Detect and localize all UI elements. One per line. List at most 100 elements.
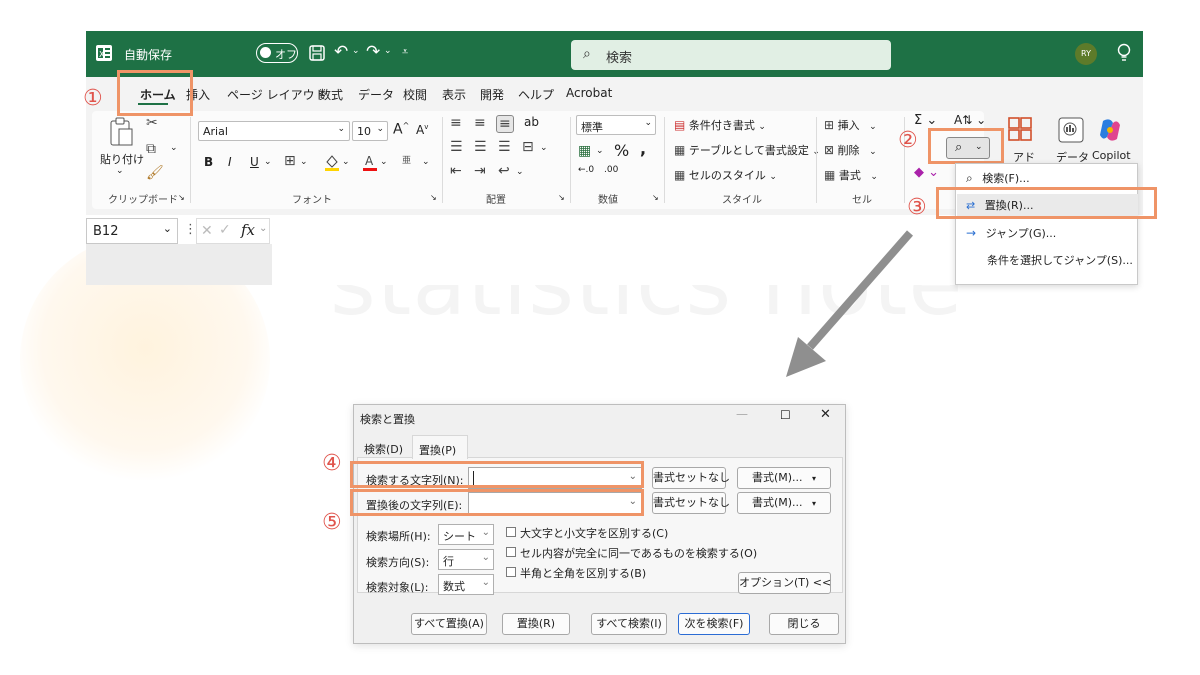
minimize-icon[interactable]: — [736,407,748,421]
find-format-button[interactable]: 書式(M)... ▾ [737,467,831,489]
number-format-select[interactable]: 標準 ⌄ [576,115,656,135]
name-box[interactable]: B12 ⌄ [86,218,178,244]
increase-indent-icon[interactable]: ⇥ [474,163,486,179]
clear-icon[interactable]: ◆ ⌄ [914,165,939,180]
tab-formulas[interactable]: 数式 [319,86,343,103]
align-left-icon[interactable]: ☰ [450,139,463,155]
orientation-icon[interactable]: ab [524,115,539,129]
phonetic-icon[interactable]: 亜 [402,153,411,166]
redo-icon[interactable]: ↷ [366,42,380,62]
match-case-checkbox[interactable] [506,527,516,537]
cut-icon[interactable]: ✂ [146,115,158,131]
tab-developer[interactable]: 開発 [480,86,504,103]
format-painter-icon[interactable]: 🖌 [146,165,164,181]
alignment-launcher-icon[interactable]: ↘ [558,193,565,202]
undo-dropdown-icon[interactable]: ⌄ [352,46,360,56]
comma-icon[interactable]: , [640,139,646,158]
copilot-icon[interactable] [1097,117,1123,143]
match-entire-checkbox[interactable] [506,547,516,557]
save-icon[interactable] [308,44,326,62]
format-as-table-button[interactable]: ▦ テーブルとして書式設定 ⌄ [674,142,820,158]
replace-all-button[interactable]: すべて置換(A) [411,613,487,635]
tab-replace[interactable]: 置換(P) [412,435,468,459]
cancel-icon[interactable]: ✕ [201,223,213,239]
italic-icon[interactable]: I [228,155,232,169]
bold-icon[interactable]: B [204,155,213,169]
wrap-text-icon[interactable]: ↩ [498,163,510,179]
paste-icon[interactable] [108,117,134,147]
number-launcher-icon[interactable]: ↘ [652,193,659,202]
find-no-format-button[interactable]: 書式セットなし [652,467,730,489]
menu-item-find[interactable]: ⌕ 検索(F)... [966,170,1030,186]
search-direction-select[interactable]: 行 ⌄ [438,549,494,570]
merge-center-icon[interactable]: ⊟ [522,139,534,155]
enter-icon[interactable]: ✓ [219,222,231,238]
within-select[interactable]: シート ⌄ [438,524,494,545]
avatar[interactable]: RY [1075,43,1097,65]
undo-icon[interactable]: ↶ [334,42,348,62]
underline-icon[interactable]: U [250,155,259,169]
customize-toolbar-icon[interactable]: ⩡ [402,45,408,59]
replace-no-format-button[interactable]: 書式セットなし [652,492,730,514]
shrink-font-icon[interactable]: Av [416,123,428,137]
look-in-select[interactable]: 数式 ⌄ [438,574,494,595]
addins-icon[interactable] [1008,117,1032,141]
wrap-dropdown-icon[interactable]: ⌄ [516,167,524,177]
tab-page-layout[interactable]: ページ レイアウト [227,86,327,103]
paste-dropdown-icon[interactable]: ⌄ [116,166,124,176]
lightbulb-icon[interactable] [1116,43,1132,63]
tab-find[interactable]: 検索(D) [364,441,403,457]
clipboard-launcher-icon[interactable]: ↘ [178,193,185,202]
data-analysis-icon[interactable] [1058,117,1084,143]
paste-label[interactable]: 貼り付け [100,151,144,167]
tab-help[interactable]: ヘルプ [518,86,554,103]
replace-format-button[interactable]: 書式(M)... ▾ [737,492,831,514]
delete-cells-button[interactable]: ⊠ 削除 ⌄ [824,142,877,158]
insert-function-button[interactable]: fx [241,221,255,239]
phonetic-dropdown-icon[interactable]: ⌄ [422,157,430,167]
fill-color-icon[interactable] [324,153,340,171]
tab-acrobat[interactable]: Acrobat [566,86,612,100]
font-color-icon[interactable]: A [362,153,378,171]
align-center-icon[interactable]: ☰ [474,139,487,155]
currency-icon[interactable]: ▦ [578,143,591,159]
currency-dropdown-icon[interactable]: ⌄ [596,146,604,156]
maximize-icon[interactable]: ☐ [780,408,791,422]
menu-item-goto[interactable]: → ジャンプ(G)... [966,225,1056,241]
decrease-decimal-icon[interactable]: .00 [604,165,618,175]
borders-dropdown-icon[interactable]: ⌄ [300,157,308,167]
options-button[interactable]: オプション(T) << [738,572,831,594]
copy-dropdown-icon[interactable]: ⌄ [170,143,178,153]
menu-item-goto-special[interactable]: 条件を選択してジャンプ(S)... [987,252,1133,268]
decrease-indent-icon[interactable]: ⇤ [450,163,462,179]
find-all-button[interactable]: すべて検索(I) [591,613,667,635]
autosum-icon[interactable]: Σ ⌄ [914,113,937,128]
match-byte-checkbox[interactable] [506,567,516,577]
align-middle-icon[interactable]: ≡ [474,115,486,131]
fill-dropdown-icon[interactable]: ⌄ [342,157,350,167]
redo-dropdown-icon[interactable]: ⌄ [384,46,392,56]
tab-review[interactable]: 校閲 [403,86,427,103]
replace-button[interactable]: 置換(R) [502,613,570,635]
search-box[interactable]: ⌕ 検索 [571,40,891,70]
increase-decimal-icon[interactable]: ←.0 [578,165,594,175]
font-launcher-icon[interactable]: ↘ [430,193,437,202]
grow-font-icon[interactable]: A^ [393,121,409,138]
sort-filter-icon[interactable]: A⇅ ⌄ [954,113,986,127]
format-cells-button[interactable]: ▦ 書式 ⌄ [824,167,878,183]
find-next-button[interactable]: 次を検索(F) [678,613,750,635]
font-color-dropdown-icon[interactable]: ⌄ [380,157,388,167]
align-bottom-icon[interactable]: ≡ [496,115,514,133]
percent-icon[interactable]: % [614,141,629,160]
close-icon[interactable]: ✕ [820,407,831,422]
insert-cells-button[interactable]: ⊞ 挿入 ⌄ [824,117,877,133]
autosave-toggle[interactable]: オフ [256,43,298,63]
copy-icon[interactable]: ⧉ [146,141,156,157]
cell-styles-button[interactable]: ▦ セルのスタイル ⌄ [674,167,777,183]
underline-dropdown-icon[interactable]: ⌄ [264,157,272,167]
borders-icon[interactable]: ⊞ [284,153,296,169]
close-button[interactable]: 閉じる [769,613,839,635]
conditional-format-button[interactable]: ▤ 条件付き書式 ⌄ [674,117,766,133]
tab-data[interactable]: データ [358,86,394,103]
font-size-select[interactable]: 10 ⌄ [352,121,388,141]
